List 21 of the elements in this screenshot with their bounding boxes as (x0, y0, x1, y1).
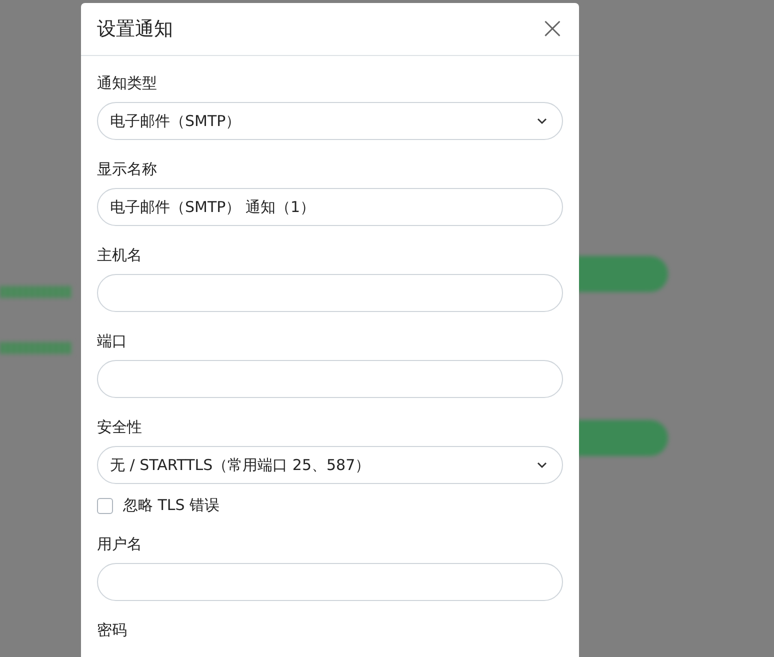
input-field[interactable] (97, 563, 563, 601)
heartbeat-bar (0, 342, 72, 354)
field-label: 显示名称 (97, 159, 158, 180)
field-label: 通知类型 (97, 73, 158, 94)
field-label: 密码 (97, 620, 128, 641)
checkbox[interactable] (97, 498, 113, 514)
input-field[interactable]: 电子邮件（SMTP） 通知（1） (97, 188, 563, 226)
select-field[interactable]: 电子邮件（SMTP） (97, 102, 563, 140)
checkbox-label: 忽略 TLS 错误 (123, 496, 220, 515)
field-label: 安全性 (97, 417, 143, 438)
chevron-down-icon (536, 117, 548, 125)
field-label: 用户名 (97, 534, 143, 555)
chevron-down-icon (536, 461, 548, 469)
field-label: 端口 (97, 331, 128, 352)
field-label: 主机名 (97, 245, 143, 266)
close-button[interactable]: × (538, 14, 567, 44)
dialog-title: 设置通知 (97, 17, 173, 42)
heartbeat-bar (0, 286, 72, 298)
input-field[interactable] (97, 274, 563, 312)
select-field[interactable]: 无 / STARTTLS（常用端口 25、587） (97, 446, 563, 484)
input-field[interactable] (97, 360, 563, 398)
